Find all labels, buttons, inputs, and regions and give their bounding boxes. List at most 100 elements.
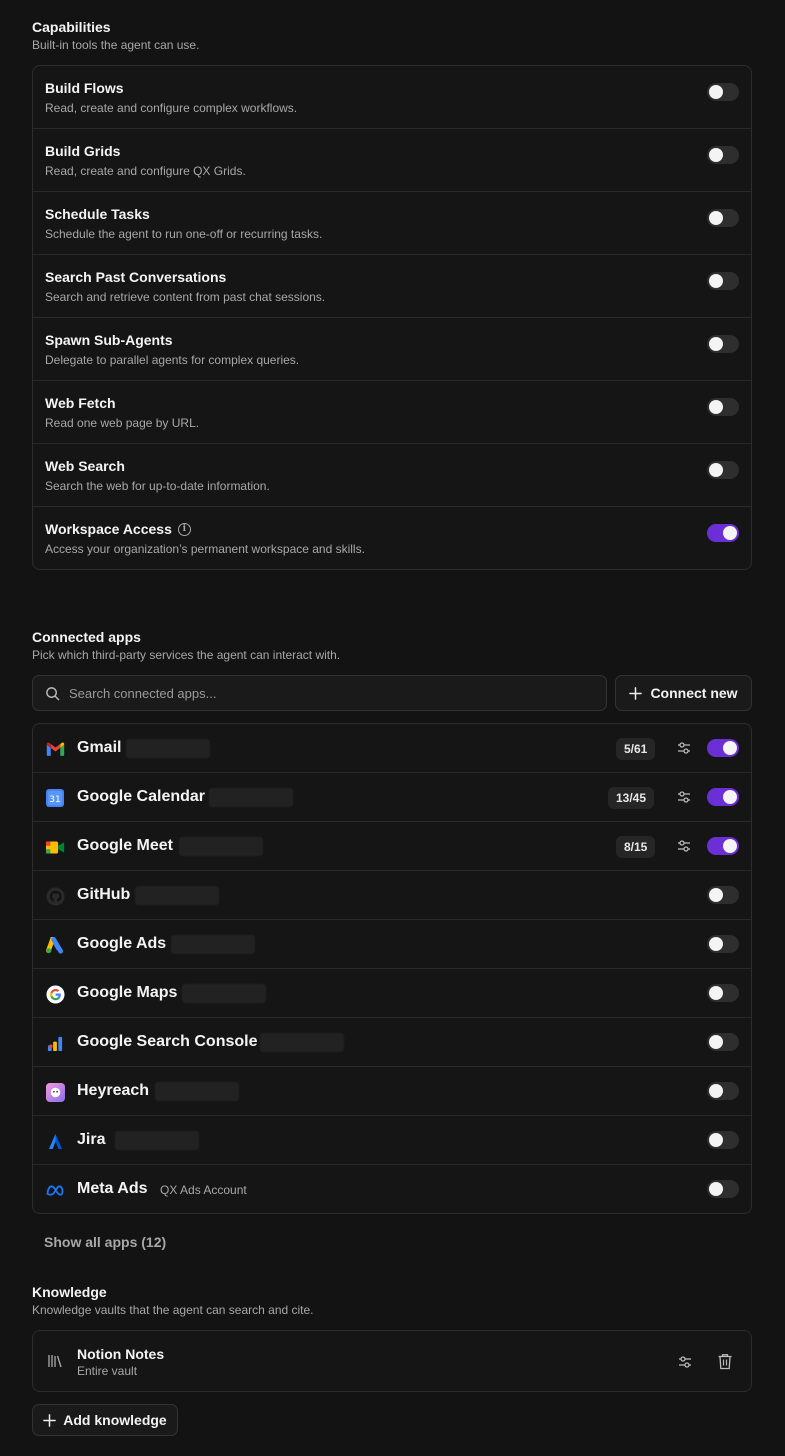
app-row-meta-ads: Meta Ads QX Ads Account (33, 1165, 751, 1213)
show-all-apps-button[interactable]: Show all apps (12) (44, 1234, 166, 1250)
build-flows-toggle[interactable] (707, 83, 739, 101)
capability-title: Schedule Tasks (45, 206, 150, 222)
search-apps-box (32, 675, 607, 711)
app-row-google-ads: Google Ads (33, 920, 751, 969)
jira-toggle[interactable] (707, 1131, 739, 1149)
build-grids-toggle[interactable] (707, 146, 739, 164)
github-toggle[interactable] (707, 886, 739, 904)
add-knowledge-label: Add knowledge (63, 1412, 167, 1428)
tool-count-badge: 5/61 (616, 738, 656, 760)
google-meet-icon (45, 837, 65, 857)
connected-apps-title: Connected apps (32, 629, 141, 645)
capabilities-list: Build Flows Read, create and configure c… (32, 65, 752, 570)
capability-desc: Schedule the agent to run one-off or rec… (45, 227, 323, 241)
capability-title: Web Search (45, 458, 125, 474)
google-meet-toggle[interactable] (707, 837, 739, 855)
app-account-redacted (260, 1033, 344, 1052)
capability-title: Build Flows (45, 80, 124, 96)
app-account-redacted (115, 1131, 199, 1150)
schedule-tasks-toggle[interactable] (707, 209, 739, 227)
capability-title: Web Fetch (45, 395, 116, 411)
trash-icon[interactable] (717, 1353, 733, 1370)
app-row-google-calendar: 31 Google Calendar 13/45 (33, 773, 751, 822)
app-name: Gmail (77, 739, 122, 756)
app-name: Google Maps (77, 984, 178, 1001)
spawn-sub-agents-toggle[interactable] (707, 335, 739, 353)
app-name: Meta Ads (77, 1180, 148, 1197)
google-calendar-toggle[interactable] (707, 788, 739, 806)
app-account-redacted (182, 984, 266, 1003)
capabilities-title: Capabilities (32, 19, 111, 35)
plus-icon (43, 1413, 57, 1427)
capability-workspace-access: Workspace Access i Access your organizat… (33, 507, 751, 569)
search-apps-input[interactable] (69, 676, 589, 710)
app-name: Heyreach (77, 1082, 150, 1099)
app-name: GitHub (77, 886, 131, 903)
sliders-icon[interactable] (676, 789, 692, 805)
app-row-google-maps: Google Maps (33, 969, 751, 1018)
google-maps-toggle[interactable] (707, 984, 739, 1002)
google-search-console-toggle[interactable] (707, 1033, 739, 1051)
capability-title: Spawn Sub-Agents (45, 332, 173, 348)
workspace-access-toggle[interactable] (707, 524, 739, 542)
app-account-name: QX Ads Account (160, 1183, 247, 1197)
capability-desc: Search the web for up-to-date informatio… (45, 479, 270, 493)
google-ads-icon (45, 935, 65, 955)
sliders-icon[interactable] (677, 1354, 693, 1370)
heyreach-toggle[interactable] (707, 1082, 739, 1100)
knowledge-list: Notion Notes Entire vault (32, 1330, 752, 1392)
capability-schedule-tasks: Schedule Tasks Schedule the agent to run… (33, 192, 751, 255)
tool-count-badge: 8/15 (616, 836, 656, 858)
sliders-icon[interactable] (676, 838, 692, 854)
app-account-redacted (171, 935, 255, 954)
capability-desc: Delegate to parallel agents for complex … (45, 353, 300, 367)
knowledge-title: Knowledge (32, 1284, 107, 1300)
sliders-icon[interactable] (676, 740, 692, 756)
web-fetch-toggle[interactable] (707, 398, 739, 416)
capability-web-search: Web Search Search the web for up-to-date… (33, 444, 751, 507)
connect-new-button[interactable]: Connect new (615, 675, 752, 711)
meta-ads-toggle[interactable] (707, 1180, 739, 1198)
capability-build-grids: Build Grids Read, create and configure Q… (33, 129, 751, 192)
capability-desc: Read, create and configure complex workf… (45, 101, 298, 115)
connect-new-label: Connect new (650, 685, 738, 701)
search-past-conversations-toggle[interactable] (707, 272, 739, 290)
capability-spawn-sub-agents: Spawn Sub-Agents Delegate to parallel ag… (33, 318, 751, 381)
app-row-jira: Jira (33, 1116, 751, 1165)
app-account-redacted (179, 837, 263, 856)
app-account-redacted (126, 739, 210, 758)
capability-web-fetch: Web Fetch Read one web page by URL. (33, 381, 751, 444)
library-icon (48, 1355, 62, 1368)
meta-icon (45, 1180, 65, 1200)
knowledge-item-title: Notion Notes (77, 1346, 165, 1362)
web-search-toggle[interactable] (707, 461, 739, 479)
github-icon (45, 886, 65, 906)
connected-apps-subtitle: Pick which third-party services the agen… (32, 648, 341, 662)
capability-desc: Search and retrieve content from past ch… (45, 290, 326, 304)
app-row-google-search-console: Google Search Console (33, 1018, 751, 1067)
app-account-redacted (155, 1082, 239, 1101)
google-calendar-icon: 31 (45, 788, 65, 808)
plus-icon (629, 686, 643, 700)
capability-title: Search Past Conversations (45, 269, 227, 285)
app-name: Google Calendar (77, 788, 206, 805)
gmail-toggle[interactable] (707, 739, 739, 757)
heyreach-icon (45, 1082, 65, 1102)
capability-title: Workspace Access (45, 521, 172, 537)
search-icon (46, 687, 60, 701)
svg-text:31: 31 (49, 795, 60, 805)
app-account-redacted (209, 788, 293, 807)
add-knowledge-button[interactable]: Add knowledge (32, 1404, 178, 1436)
app-name: Google Ads (77, 935, 167, 952)
info-icon[interactable]: i (177, 522, 191, 536)
app-row-gmail: Gmail 5/61 (33, 724, 751, 773)
google-search-console-icon (45, 1033, 65, 1053)
google-maps-icon (45, 984, 65, 1004)
app-name: Google Meet (77, 837, 174, 854)
capability-title: Build Grids (45, 143, 121, 159)
capability-build-flows: Build Flows Read, create and configure c… (33, 66, 751, 129)
knowledge-subtitle: Knowledge vaults that the agent can sear… (32, 1303, 314, 1317)
capability-desc: Read, create and configure QX Grids. (45, 164, 246, 178)
google-ads-toggle[interactable] (707, 935, 739, 953)
app-row-github: GitHub (33, 871, 751, 920)
